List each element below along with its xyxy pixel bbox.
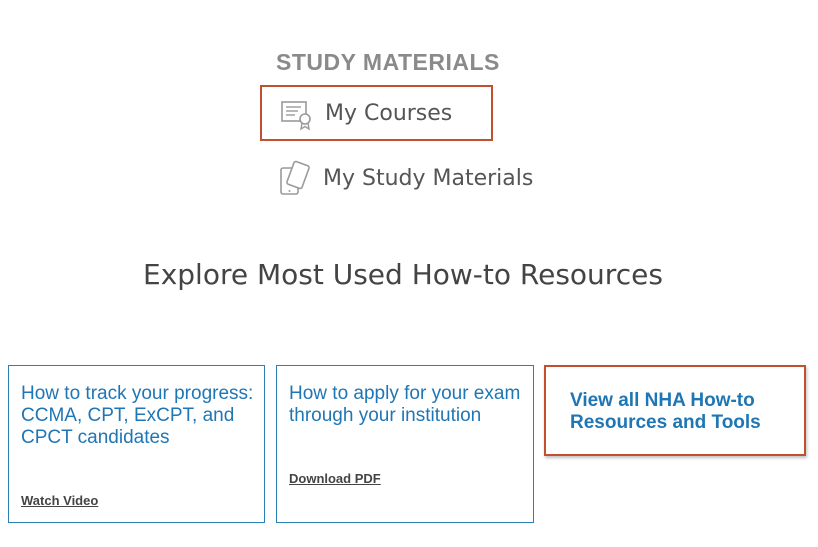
my-study-materials-label: My Study Materials — [323, 165, 534, 191]
resource-card-track-progress: How to track your progress: CCMA, CPT, E… — [8, 365, 265, 523]
resources-heading: Explore Most Used How-to Resources — [143, 258, 663, 291]
my-courses-link[interactable]: My Courses — [260, 85, 493, 141]
download-pdf-link[interactable]: Download PDF — [289, 471, 381, 486]
track-progress-title[interactable]: How to track your progress: CCMA, CPT, E… — [21, 383, 256, 449]
watch-video-link[interactable]: Watch Video — [21, 493, 98, 508]
view-all-resources-label: View all NHA How-to Resources and Tools — [570, 390, 761, 433]
my-study-materials-link[interactable]: My Study Materials — [277, 160, 533, 196]
tablet-icon — [277, 160, 313, 196]
apply-exam-title[interactable]: How to apply for your exam through your … — [289, 383, 524, 427]
my-courses-label: My Courses — [325, 100, 453, 126]
certificate-icon — [279, 95, 315, 131]
view-all-resources-button[interactable]: View all NHA How-to Resources and Tools — [544, 365, 806, 456]
study-materials-heading: STUDY MATERIALS — [276, 49, 500, 75]
resource-card-apply-exam: How to apply for your exam through your … — [276, 365, 534, 523]
